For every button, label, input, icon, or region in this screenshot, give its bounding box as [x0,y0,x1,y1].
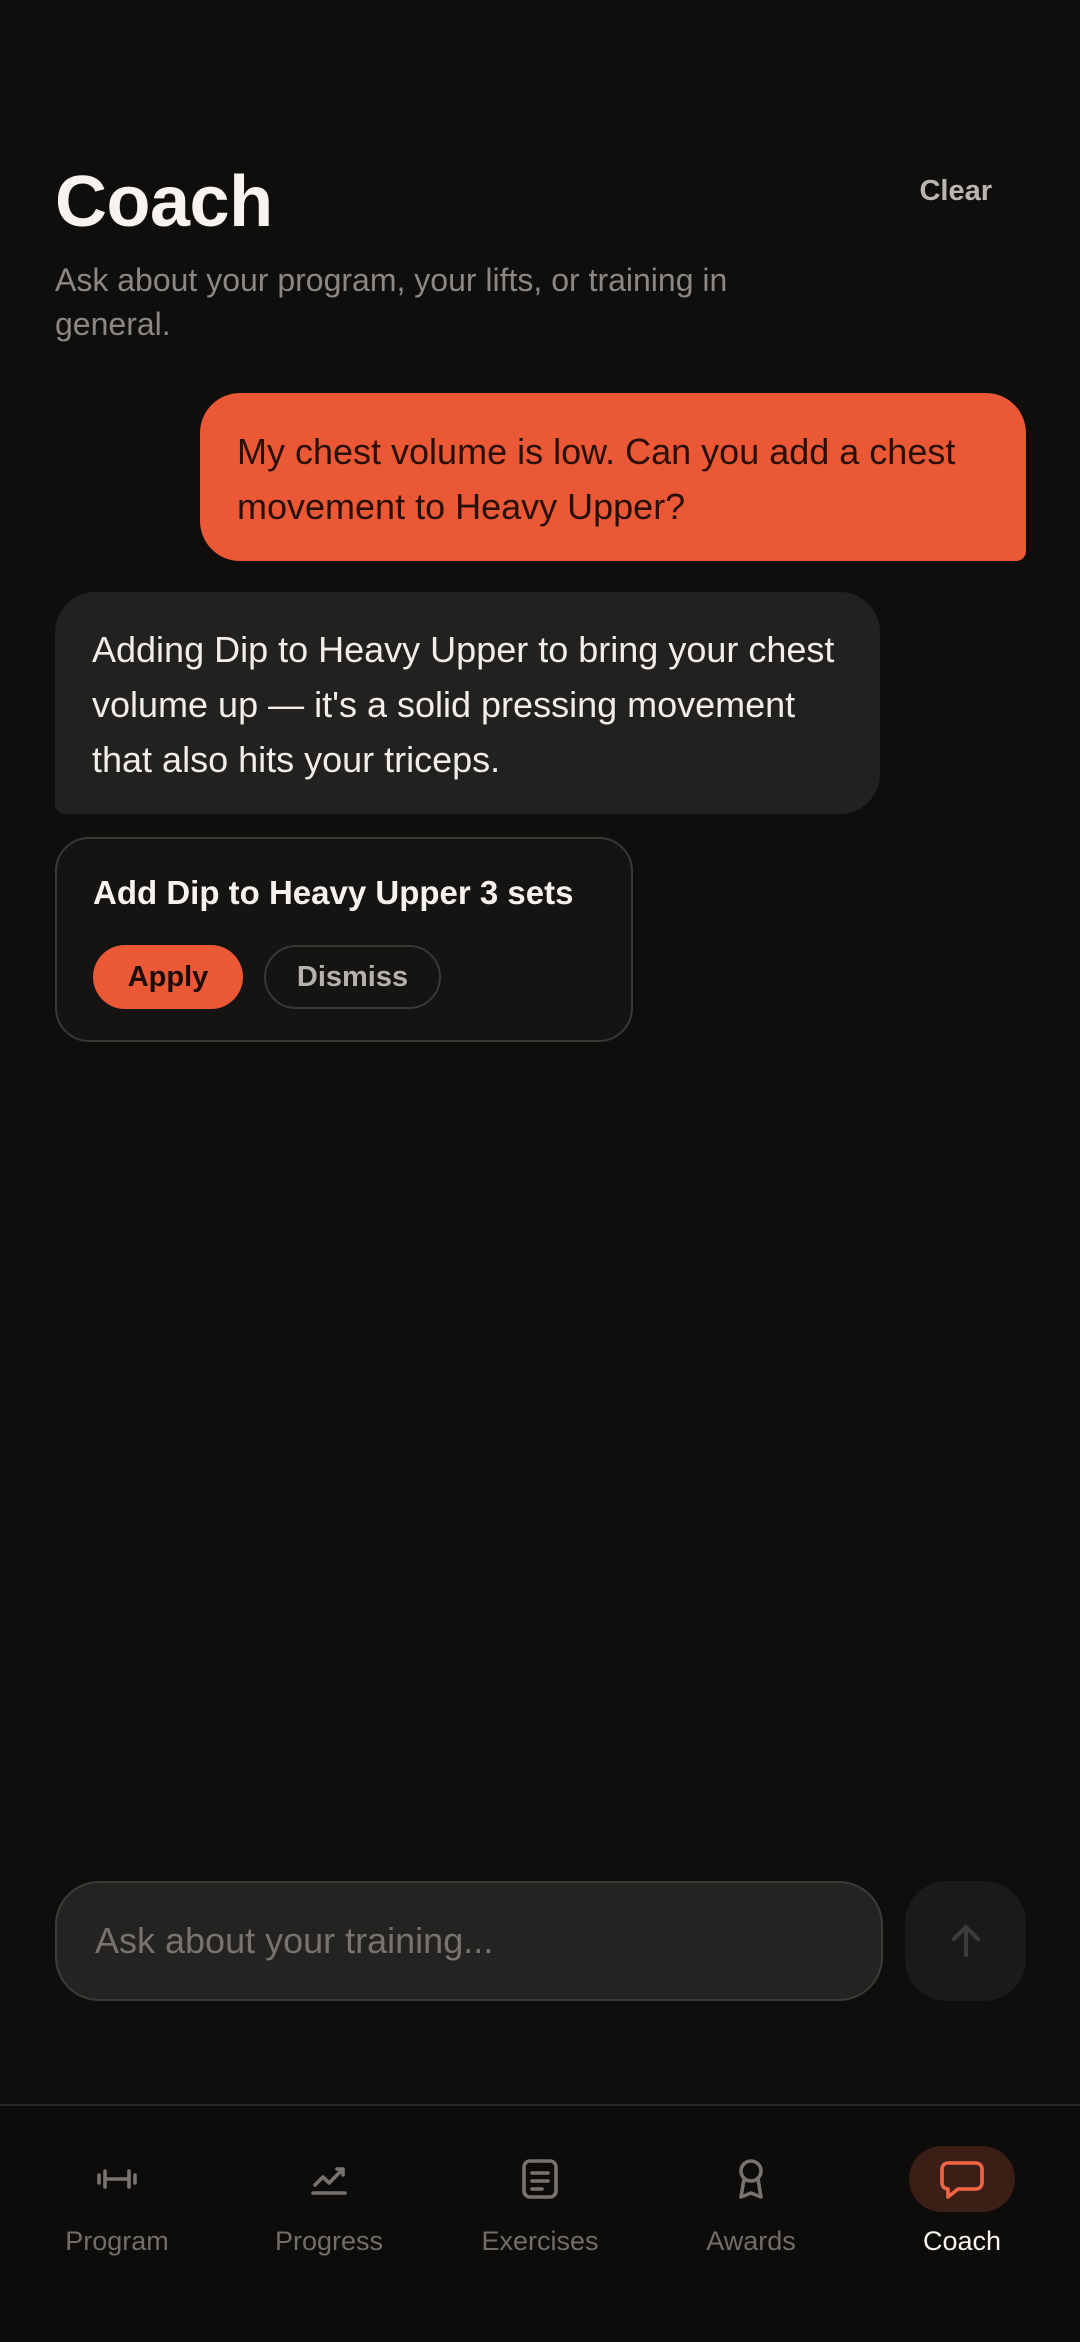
message-input[interactable] [93,1919,881,1963]
nav-label-exercises: Exercises [481,2226,599,2256]
message-composer[interactable] [55,1881,883,2001]
nav-item-program[interactable]: Program [29,2146,205,2258]
apply-button[interactable]: Apply [93,945,243,1009]
award-ribbon-icon [698,2146,804,2212]
arrow-up-icon [951,1924,980,1958]
page-title: Coach [55,162,273,242]
nav-item-awards[interactable]: Awards [663,2146,839,2258]
user-message-bubble: My chest volume is low. Can you add a ch… [200,393,1026,561]
nav-label-coach: Coach [922,2226,1002,2256]
coach-screen: Coach Ask about your program, your lifts… [0,0,1080,2342]
document-list-icon [487,2146,593,2212]
dismiss-button[interactable]: Dismiss [264,945,441,1009]
nav-label-program: Program [65,2226,169,2256]
coach-header: Coach Ask about your program, your lifts… [55,160,1035,346]
chat-bubble-icon [909,2146,1015,2212]
assistant-message-bubble: Adding Dip to Heavy Upper to bring your … [55,592,880,814]
page-subtitle: Ask about your program, your lifts, or t… [55,262,728,342]
nav-label-progress: Progress [274,2226,384,2256]
action-title: Add Dip to Heavy Upper 3 sets [93,874,574,911]
bottom-navigation: Program Progress Exercises Awards Coach [0,2104,1080,2342]
nav-item-exercises[interactable]: Exercises [452,2146,628,2258]
send-button[interactable] [905,1881,1026,2001]
nav-item-progress[interactable]: Progress [241,2146,417,2258]
suggested-action-card: Add Dip to Heavy Upper 3 sets Apply Dism… [55,837,633,1042]
dumbbell-icon [64,2146,170,2212]
trend-line-icon [276,2146,382,2212]
clear-button[interactable]: Clear [919,175,992,208]
assistant-message-text: Adding Dip to Heavy Upper to bring your … [92,629,835,780]
user-message-text: My chest volume is low. Can you add a ch… [237,431,956,527]
nav-label-awards: Awards [706,2226,796,2256]
nav-item-coach[interactable]: Coach [874,2146,1050,2258]
